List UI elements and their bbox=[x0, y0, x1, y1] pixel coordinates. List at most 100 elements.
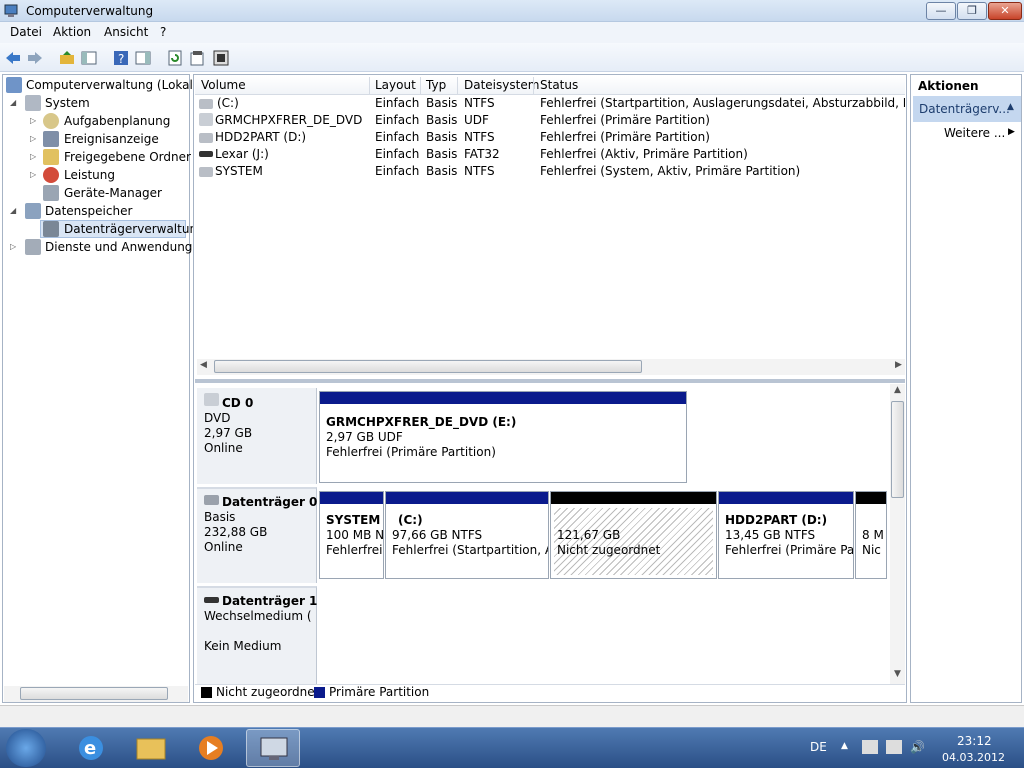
scroll-right-icon[interactable]: ▶ bbox=[895, 360, 902, 370]
explorer-folder-icon[interactable] bbox=[124, 729, 178, 767]
media-player-icon[interactable] bbox=[184, 729, 238, 767]
volume-layout: Einfach bbox=[375, 130, 420, 144]
scroll-up-icon[interactable]: ▲ bbox=[894, 385, 901, 395]
partition-system[interactable]: SYSTEM 100 MB N Fehlerfrei bbox=[319, 491, 384, 579]
tree-item-label: Aufgabenplanung bbox=[64, 114, 171, 128]
volume-fs: NTFS bbox=[464, 96, 495, 110]
disk-size: 2,97 GB bbox=[204, 426, 253, 440]
unallocated-bar bbox=[551, 492, 716, 504]
menu-aktion[interactable]: Aktion bbox=[53, 25, 91, 39]
clock-time[interactable]: 23:12 bbox=[957, 734, 992, 748]
tree-item-system[interactable]: System bbox=[45, 94, 90, 112]
partition-title: HDD2PART (D:) bbox=[725, 513, 828, 527]
tree-scroll-thumb[interactable] bbox=[20, 687, 168, 700]
tree-item-shared-folders[interactable]: Freigegebene Ordner bbox=[64, 148, 191, 166]
menu-datei[interactable]: Datei bbox=[10, 25, 42, 39]
collapsed-arrow-icon[interactable]: ▷ bbox=[30, 170, 36, 179]
volume-name: HDD2PART (D:) bbox=[215, 130, 307, 144]
clock-date[interactable]: 04.03.2012 bbox=[942, 751, 1005, 764]
tree-item-disk-management[interactable]: Datenträgerverwaltung bbox=[64, 220, 205, 238]
up-folder-icon[interactable] bbox=[58, 49, 76, 67]
action-center-icon[interactable] bbox=[862, 740, 878, 754]
partition-status: Fehlerfrei (Startpartition, Aus bbox=[392, 543, 548, 557]
scroll-left-icon[interactable]: ◀ bbox=[200, 360, 207, 370]
tree-item-computer-management[interactable]: Computerverwaltung (Lokal) bbox=[26, 76, 198, 94]
collapsed-arrow-icon[interactable]: ▷ bbox=[30, 134, 36, 143]
disk-name: CD 0 bbox=[222, 396, 254, 410]
help-icon[interactable]: ? bbox=[112, 49, 130, 67]
scroll-down-icon[interactable]: ▼ bbox=[894, 669, 901, 679]
status-bar bbox=[0, 705, 1024, 727]
tree-item-storage[interactable]: Datenspeicher bbox=[45, 202, 132, 220]
action-pane-icon[interactable] bbox=[134, 49, 152, 67]
forward-icon[interactable] bbox=[26, 49, 44, 67]
volume-icon[interactable]: 🔊 bbox=[910, 740, 926, 754]
console-tree-icon[interactable] bbox=[80, 49, 98, 67]
computer-management-task[interactable] bbox=[246, 729, 300, 767]
tree-item-label: Dienste und Anwendungen bbox=[45, 240, 208, 254]
partition-unallocated[interactable]: 121,67 GB Nicht zugeordnet bbox=[550, 491, 717, 579]
back-icon[interactable] bbox=[4, 49, 22, 67]
actions-more[interactable]: Weitere ... bbox=[944, 126, 1005, 140]
tree-item-label: Freigegebene Ordner bbox=[64, 150, 191, 164]
svg-text:?: ? bbox=[118, 52, 124, 66]
partition-status: Fehlerfrei (Primäre Partition) bbox=[326, 445, 496, 459]
tree-item-services[interactable]: Dienste und Anwendungen bbox=[45, 238, 207, 256]
partition-d[interactable]: HDD2PART (D:) 13,45 GB NTFS Fehlerfrei (… bbox=[718, 491, 854, 579]
expanded-arrow-icon[interactable]: ◢ bbox=[10, 206, 16, 215]
tree-item-label: Datenträgerverwaltung bbox=[64, 222, 205, 236]
volume-status: Fehlerfrei (System, Aktiv, Primäre Parti… bbox=[540, 164, 801, 178]
partition-small-unallocated[interactable]: 8 M Nic bbox=[855, 491, 887, 579]
title-bar[interactable] bbox=[0, 0, 1024, 22]
clock-icon bbox=[43, 113, 59, 129]
col-layout[interactable]: Layout bbox=[375, 78, 416, 92]
col-status[interactable]: Status bbox=[540, 78, 578, 92]
volume-layout: Einfach bbox=[375, 147, 420, 161]
legend-swatch-unallocated bbox=[201, 687, 212, 698]
tools-icon bbox=[25, 95, 41, 111]
volume-layout: Einfach bbox=[375, 113, 420, 127]
col-volume[interactable]: Volume bbox=[201, 78, 246, 92]
menu-ansicht[interactable]: Ansicht bbox=[104, 25, 148, 39]
tree-item-device-manager[interactable]: Geräte-Manager bbox=[64, 184, 162, 202]
tree-item-label: Datenspeicher bbox=[45, 204, 133, 218]
network-icon[interactable] bbox=[886, 740, 902, 754]
close-button[interactable]: ✕ bbox=[988, 2, 1022, 20]
col-dateisystem[interactable]: Dateisystem bbox=[464, 78, 539, 92]
volume-fs: FAT32 bbox=[464, 147, 500, 161]
tree-item-label: Computerverwaltung (Lokal) bbox=[26, 78, 198, 92]
disk-state: Online bbox=[204, 441, 243, 455]
refresh-icon[interactable] bbox=[166, 49, 184, 67]
volume-layout: Einfach bbox=[375, 96, 420, 110]
disk-settings-icon[interactable] bbox=[212, 49, 230, 67]
language-indicator[interactable]: DE bbox=[810, 740, 827, 754]
tree-item-performance[interactable]: Leistung bbox=[64, 166, 115, 184]
properties-icon[interactable] bbox=[188, 49, 206, 67]
collapsed-arrow-icon[interactable]: ▷ bbox=[30, 152, 36, 161]
partition-title: GRMCHPXFRER_DE_DVD (E:) bbox=[326, 415, 517, 429]
disk-scroll-thumb[interactable] bbox=[891, 401, 904, 498]
primary-partition-bar bbox=[320, 492, 383, 504]
collapsed-arrow-icon[interactable]: ▷ bbox=[30, 116, 36, 125]
services-icon bbox=[25, 239, 41, 255]
collapsed-arrow-icon[interactable]: ▷ bbox=[10, 242, 16, 251]
col-typ[interactable]: Typ bbox=[426, 78, 446, 92]
minimize-button[interactable]: — bbox=[926, 2, 956, 20]
tree-item-task-scheduler[interactable]: Aufgabenplanung bbox=[64, 112, 170, 130]
maximize-button[interactable]: ❐ bbox=[957, 2, 987, 20]
start-button[interactable] bbox=[6, 729, 46, 767]
partition-dvd[interactable]: GRMCHPXFRER_DE_DVD (E:) 2,97 GB UDF Fehl… bbox=[319, 391, 687, 483]
drive-icon bbox=[199, 99, 213, 109]
tree-item-event-viewer[interactable]: Ereignisanzeige bbox=[64, 130, 159, 148]
collapse-up-icon[interactable]: ▲ bbox=[1007, 102, 1014, 112]
expanded-arrow-icon[interactable]: ◢ bbox=[10, 98, 16, 107]
disk-management-icon bbox=[43, 221, 59, 237]
legend-primary: Primäre Partition bbox=[329, 685, 430, 699]
partition-c[interactable]: (C:) 97,66 GB NTFS Fehlerfrei (Startpart… bbox=[385, 491, 549, 579]
menu-help[interactable]: ? bbox=[160, 25, 166, 39]
show-hidden-icons-icon[interactable]: ▲ bbox=[841, 741, 848, 751]
pane-splitter[interactable] bbox=[195, 379, 905, 383]
disk-type: DVD bbox=[204, 411, 231, 425]
internet-explorer-icon[interactable]: e bbox=[64, 729, 118, 767]
volume-scroll-thumb[interactable] bbox=[214, 360, 642, 373]
